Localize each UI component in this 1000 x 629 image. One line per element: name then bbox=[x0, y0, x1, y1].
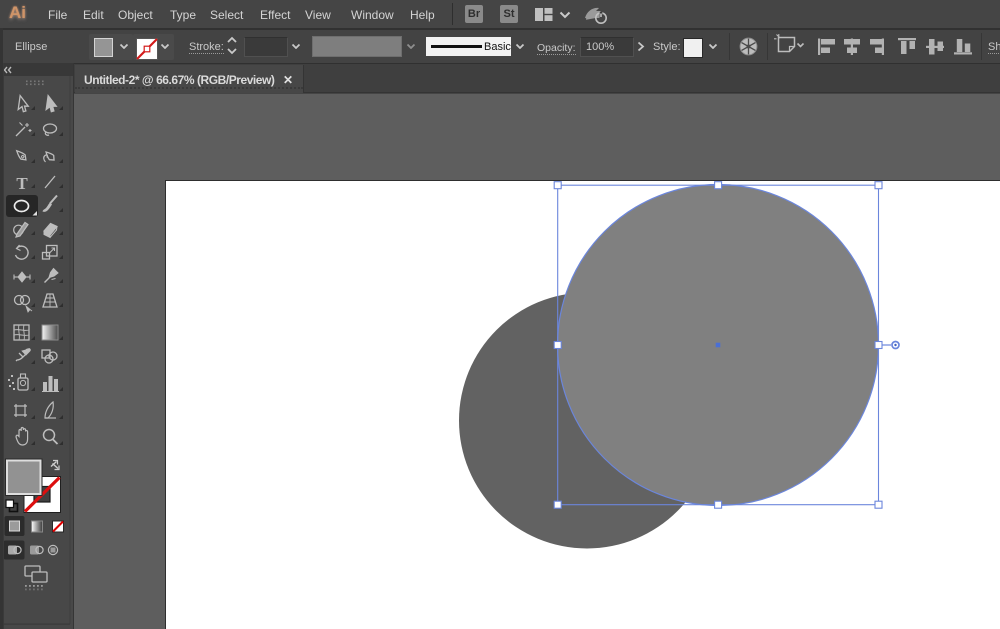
svg-text:T: T bbox=[16, 174, 28, 193]
